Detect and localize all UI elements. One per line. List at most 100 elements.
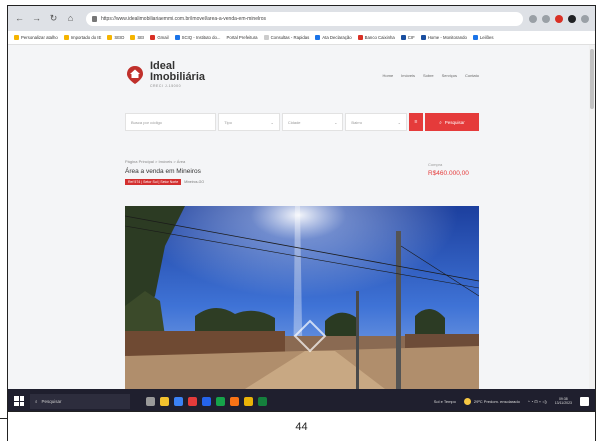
gmail-icon xyxy=(150,35,156,40)
logo-line-2: Imobiliária xyxy=(150,71,206,84)
price-value: R$460.000,00 xyxy=(428,170,469,177)
app-icon[interactable] xyxy=(230,396,239,406)
address-bar[interactable]: https://www.idealimobiliariaemmi.com.br/… xyxy=(86,11,523,26)
tray-icons[interactable]: ^ ◔ ⊡ ⌁ ◁) xyxy=(528,399,547,404)
folder-icon xyxy=(63,35,69,40)
site-icon xyxy=(472,35,478,40)
bookmark-item[interactable]: SEID xyxy=(107,35,124,40)
bookmark-item[interactable]: Ata Declaração xyxy=(315,35,352,40)
bookmark-item[interactable]: Home - Monitorando xyxy=(420,35,467,40)
status-badge: Ref 574 | Setor Sul | Setor Norte xyxy=(125,179,182,185)
notification-icon[interactable] xyxy=(580,396,589,406)
edge-icon[interactable] xyxy=(174,396,183,406)
excel-icon[interactable] xyxy=(216,396,225,406)
folder-icon xyxy=(107,35,113,40)
bookmark-item[interactable]: Portal Prefeitura xyxy=(227,35,258,40)
menu-item-servicos[interactable]: Serviços xyxy=(442,73,457,78)
page-scrollbar[interactable] xyxy=(589,45,595,389)
site-logo[interactable]: Ideal Imobiliária CRECI J-15000 xyxy=(125,61,205,89)
site-icon xyxy=(174,35,180,40)
city-select[interactable]: Cidade ⌄ xyxy=(281,113,344,131)
clock[interactable]: 09:38 13/11/2023 xyxy=(555,397,572,405)
site-icon xyxy=(357,35,363,40)
task-view-icon[interactable] xyxy=(146,396,155,406)
menu-item-imoveis[interactable]: Imóveis xyxy=(401,73,415,78)
windows-taskbar: ⌕ Pesquisar Sol e Tempo 29ºC Predom. ens… xyxy=(8,389,595,411)
search-icon: ⌕ xyxy=(35,398,38,404)
bookmark-item[interactable]: CIF xyxy=(400,35,415,40)
back-icon[interactable]: ← xyxy=(14,13,25,24)
app-icon[interactable] xyxy=(258,396,267,406)
chevron-down-icon: ⌄ xyxy=(270,119,274,125)
property-photo[interactable] xyxy=(125,206,479,389)
lock-icon xyxy=(92,15,97,22)
share-icon[interactable] xyxy=(529,14,537,23)
chevron-down-icon: ⌄ xyxy=(334,119,338,125)
location-text: Mineiros-GO xyxy=(184,180,205,184)
page-icon xyxy=(263,35,269,40)
filter-button[interactable]: ≡ xyxy=(408,113,423,131)
web-page: Ideal Imobiliária CRECI J-15000 Home Imó… xyxy=(8,45,595,389)
logo-tagline: CRECI J-15000 xyxy=(150,84,182,89)
menu-item-home[interactable]: Home xyxy=(383,73,394,78)
chrome-icon[interactable] xyxy=(188,396,197,406)
document-page: ← → ↻ ⌂ https://www.idealimobiliariaemmi… xyxy=(0,0,597,441)
scroll-thumb[interactable] xyxy=(590,49,594,109)
site-icon xyxy=(400,35,406,40)
url-text: https://www.idealimobiliariaemmi.com.br/… xyxy=(101,15,267,22)
chevron-down-icon: ⌄ xyxy=(397,119,401,125)
logo-text: Ideal Imobiliária CRECI J-15000 xyxy=(150,61,205,89)
table-rule xyxy=(0,418,7,419)
word-icon[interactable] xyxy=(202,396,211,406)
property-photo-image xyxy=(125,206,479,389)
breadcrumb: Página Principal > Imóveis > Área xyxy=(125,159,186,164)
page-number: 44 xyxy=(295,420,308,433)
windows-start-icon[interactable] xyxy=(14,396,24,406)
house-pin-icon xyxy=(127,66,143,84)
screenshot-frame: ← → ↻ ⌂ https://www.idealimobiliariaemmi… xyxy=(7,5,596,412)
forward-icon[interactable]: → xyxy=(31,13,42,24)
taskbar-apps xyxy=(146,396,267,406)
menu-item-contato[interactable]: Contato xyxy=(465,73,479,78)
system-tray: Sol e Tempo 29ºC Predom. ensolarado ^ ◔ … xyxy=(434,396,589,406)
browser-toolbar: ← → ↻ ⌂ https://www.idealimobiliariaemmi… xyxy=(8,6,595,31)
site-header: Ideal Imobiliária CRECI J-15000 Home Imó… xyxy=(125,55,479,95)
bookmark-item[interactable]: SEI xyxy=(130,35,144,40)
bookmark-icon xyxy=(14,35,19,40)
bookmark-item[interactable]: Importado do IE xyxy=(63,35,101,40)
bookmark-item[interactable]: Leilões xyxy=(472,35,494,40)
filter-icon: ≡ xyxy=(414,119,418,125)
taskbar-search-input[interactable]: ⌕ Pesquisar xyxy=(30,393,130,409)
extension-icon[interactable] xyxy=(555,14,563,23)
property-search-bar: Busca por código Tipo ⌄ Cidade ⌄ Bairro … xyxy=(125,113,479,131)
reload-icon[interactable]: ↻ xyxy=(48,13,59,24)
bookmarks-bar: Personalizar atalho Importado do IE SEID… xyxy=(8,31,595,45)
file-explorer-icon[interactable] xyxy=(160,396,169,406)
bookmark-item[interactable]: Consultas - Rapidas xyxy=(263,35,309,40)
extension-icons xyxy=(529,14,589,23)
search-button[interactable]: ⌕ Pesquisar xyxy=(424,113,479,131)
page-footer: 44 xyxy=(7,412,596,441)
bookmark-item[interactable]: Personalizar atalho xyxy=(14,35,58,40)
weather-status[interactable]: 29ºC Predom. ensolarado xyxy=(463,397,520,405)
profile-icon[interactable] xyxy=(568,14,576,23)
home-icon[interactable]: ⌂ xyxy=(65,13,76,24)
menu-item-sobre[interactable]: Sobre xyxy=(423,73,434,78)
site-icon xyxy=(315,35,321,40)
bookmark-item[interactable]: SCIQ - Instituto do... xyxy=(174,35,221,40)
site-icon xyxy=(420,35,426,40)
neighborhood-select[interactable]: Bairro ⌄ xyxy=(345,113,407,131)
page-title: Área a venda em Mineiros xyxy=(125,168,201,175)
bookmark-item[interactable]: Gmail xyxy=(150,35,169,40)
bookmark-item[interactable]: Banco Caixinha xyxy=(357,35,395,40)
search-icon: ⌕ xyxy=(439,119,442,125)
bookmark-star-icon[interactable] xyxy=(542,14,550,23)
code-search-field[interactable]: Busca por código xyxy=(125,113,217,131)
type-select[interactable]: Tipo ⌄ xyxy=(218,113,280,131)
site-menu: Home Imóveis Sobre Serviços Contato xyxy=(383,73,480,78)
menu-icon[interactable] xyxy=(581,14,589,23)
listing-badges: Ref 574 | Setor Sul | Setor Norte Mineir… xyxy=(125,179,204,185)
folder-icon xyxy=(130,35,136,40)
folder-icon[interactable] xyxy=(244,396,253,406)
weather-link[interactable]: Sol e Tempo xyxy=(434,399,456,404)
